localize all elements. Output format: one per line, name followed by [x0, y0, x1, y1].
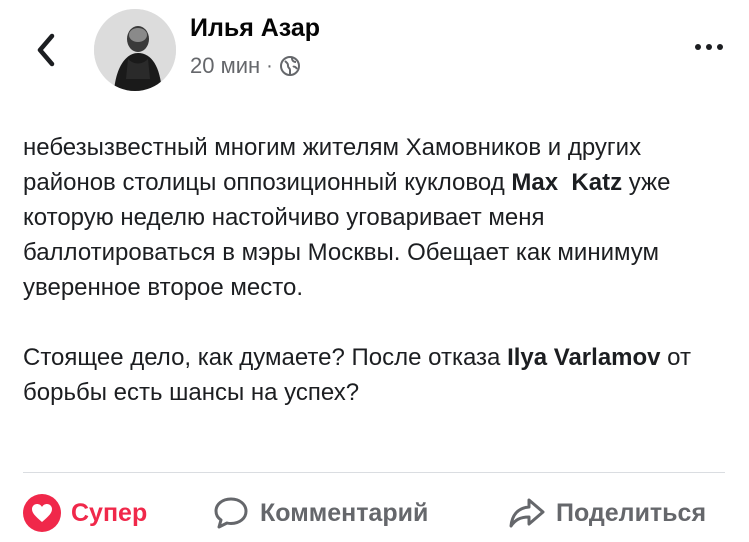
- comment-icon: [214, 497, 248, 529]
- more-horizontal-icon: [706, 44, 712, 50]
- meta-separator: ·: [266, 54, 273, 77]
- more-horizontal-icon: [717, 44, 723, 50]
- divider: [23, 472, 725, 473]
- post-actions-bar: Супер Комментарий Поделиться: [0, 490, 749, 536]
- share-arrow-icon: [509, 498, 545, 528]
- chevron-left-icon: [37, 33, 55, 67]
- author-name[interactable]: Илья Азар: [190, 14, 320, 43]
- comment-label: Комментарий: [260, 498, 429, 527]
- mention-link[interactable]: Ilya Varlamov: [507, 344, 660, 371]
- more-horizontal-icon: [695, 44, 701, 50]
- more-options-button[interactable]: [695, 38, 723, 56]
- comment-button[interactable]: Комментарий: [212, 490, 428, 536]
- mention-link[interactable]: Max Katz: [511, 169, 622, 196]
- post-paragraph: небезызвестный многим жителям Хамовников…: [23, 130, 723, 305]
- post-body: небезызвестный многим жителям Хамовников…: [23, 130, 723, 410]
- share-label: Поделиться: [556, 498, 707, 527]
- back-button[interactable]: [30, 30, 62, 70]
- super-label: Супер: [71, 498, 148, 527]
- post-time[interactable]: 20 мин: [190, 53, 260, 79]
- share-button[interactable]: Поделиться: [508, 490, 706, 536]
- post-paragraph: Стоящее дело, как думаете? После отказа …: [23, 340, 723, 410]
- post-meta: 20 мин ·: [190, 53, 301, 79]
- super-reaction-button[interactable]: Супер: [23, 490, 147, 536]
- avatar-photo: [94, 9, 176, 91]
- globe-icon: [279, 56, 300, 76]
- post-text-segment: Стоящее дело, как думаете? После отказа: [23, 344, 508, 371]
- heart-icon: [23, 494, 61, 532]
- avatar[interactable]: [94, 9, 176, 91]
